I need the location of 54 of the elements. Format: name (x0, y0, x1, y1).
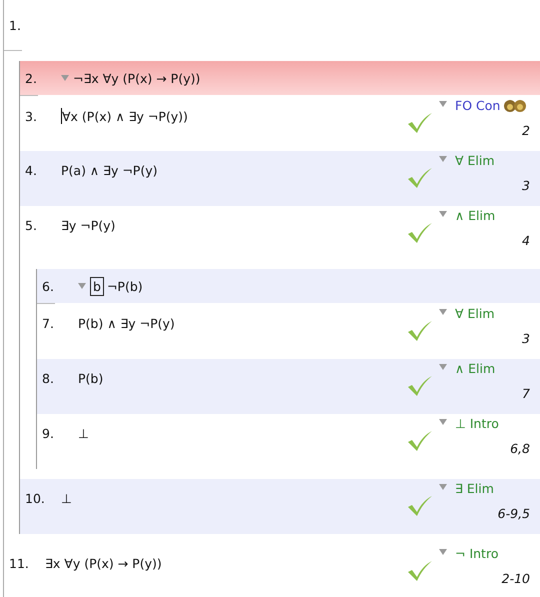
dropdown-triangle-icon[interactable] (439, 364, 447, 370)
formula[interactable]: P(a) ∧ ∃y ¬P(y) (61, 163, 158, 178)
dropdown-triangle-icon[interactable] (439, 548, 447, 554)
citation: 3 (522, 178, 530, 193)
dropdown-triangle-icon[interactable] (439, 100, 447, 106)
formula[interactable]: P(b) ∧ ∃y ¬P(y) (78, 316, 175, 331)
rule-name[interactable]: ∧ Elim (455, 208, 496, 223)
line-number: 3. (25, 108, 38, 124)
line-number: 8. (42, 371, 55, 386)
dropdown-triangle-icon[interactable] (439, 210, 447, 216)
citation: 2 (522, 123, 530, 138)
citation: 4 (522, 233, 530, 248)
dropdown-triangle-icon[interactable] (439, 308, 447, 314)
proof-line[interactable]: 7. P(b) ∧ ∃y ¬P(y) ∀ Elim 3 (37, 304, 540, 359)
line-number: 2. (25, 70, 38, 86)
formula[interactable]: ¬P(b) (106, 278, 143, 294)
rule-name[interactable]: ∃ Elim (455, 481, 494, 496)
citation: 3 (522, 331, 530, 346)
line-number: 10. (25, 491, 46, 506)
dropdown-triangle-icon[interactable] (439, 156, 447, 162)
rule-name[interactable]: ⊥ Intro (455, 416, 499, 431)
citation: 2-10 (502, 571, 530, 586)
formula[interactable]: ∃x ∀y (P(x) → P(y)) (45, 556, 162, 571)
rule-name[interactable]: FO Con (455, 98, 500, 113)
formula[interactable]: ∀x (P(x) ∧ ∃y ¬P(y)) (62, 108, 188, 124)
formula[interactable]: ⊥ (61, 491, 72, 506)
line-number: 1. (9, 18, 22, 32)
proof-line[interactable]: 9. ⊥ ⊥ Intro 6,8 (37, 414, 540, 469)
dropdown-triangle-icon[interactable] (61, 75, 69, 81)
line-number: 11. (9, 556, 30, 571)
citation: 6,8 (510, 441, 530, 456)
rule-name[interactable]: ¬ Intro (455, 546, 498, 561)
citation: 6-9,5 (498, 506, 530, 521)
proof-line[interactable]: 5. ∃y ¬P(y) ∧ Elim 4 (20, 206, 540, 261)
line-number: 4. (25, 163, 38, 178)
dropdown-triangle-icon[interactable] (439, 484, 447, 490)
dropdown-triangle-icon[interactable] (439, 418, 447, 424)
citation: 7 (522, 386, 530, 401)
proof-line[interactable]: 3. ∀x (P(x) ∧ ∃y ¬P(y)) FO Con 2 (20, 96, 540, 151)
dropdown-triangle-icon[interactable] (78, 283, 86, 289)
boxed-constant: b (90, 276, 104, 296)
line-number: 6. (42, 278, 55, 294)
rule-name[interactable]: ∧ Elim (455, 361, 496, 376)
formula[interactable]: ∃y ¬P(y) (61, 218, 116, 233)
rule-name[interactable]: ∀ Elim (455, 153, 495, 168)
formula[interactable]: ⊥ (78, 426, 89, 441)
formula[interactable]: P(b) (78, 371, 104, 386)
proof-line[interactable]: 1. (4, 0, 540, 50)
formula[interactable]: ¬∃x ∀y (P(x) → P(y)) (73, 70, 200, 86)
rule-name[interactable]: ∀ Elim (455, 306, 495, 321)
line-number: 9. (42, 426, 55, 441)
line-number: 5. (25, 218, 38, 233)
proof-line[interactable]: 11. ∃x ∀y (P(x) → P(y)) ¬ Intro 2-10 (4, 544, 540, 597)
line-number: 7. (42, 316, 55, 331)
